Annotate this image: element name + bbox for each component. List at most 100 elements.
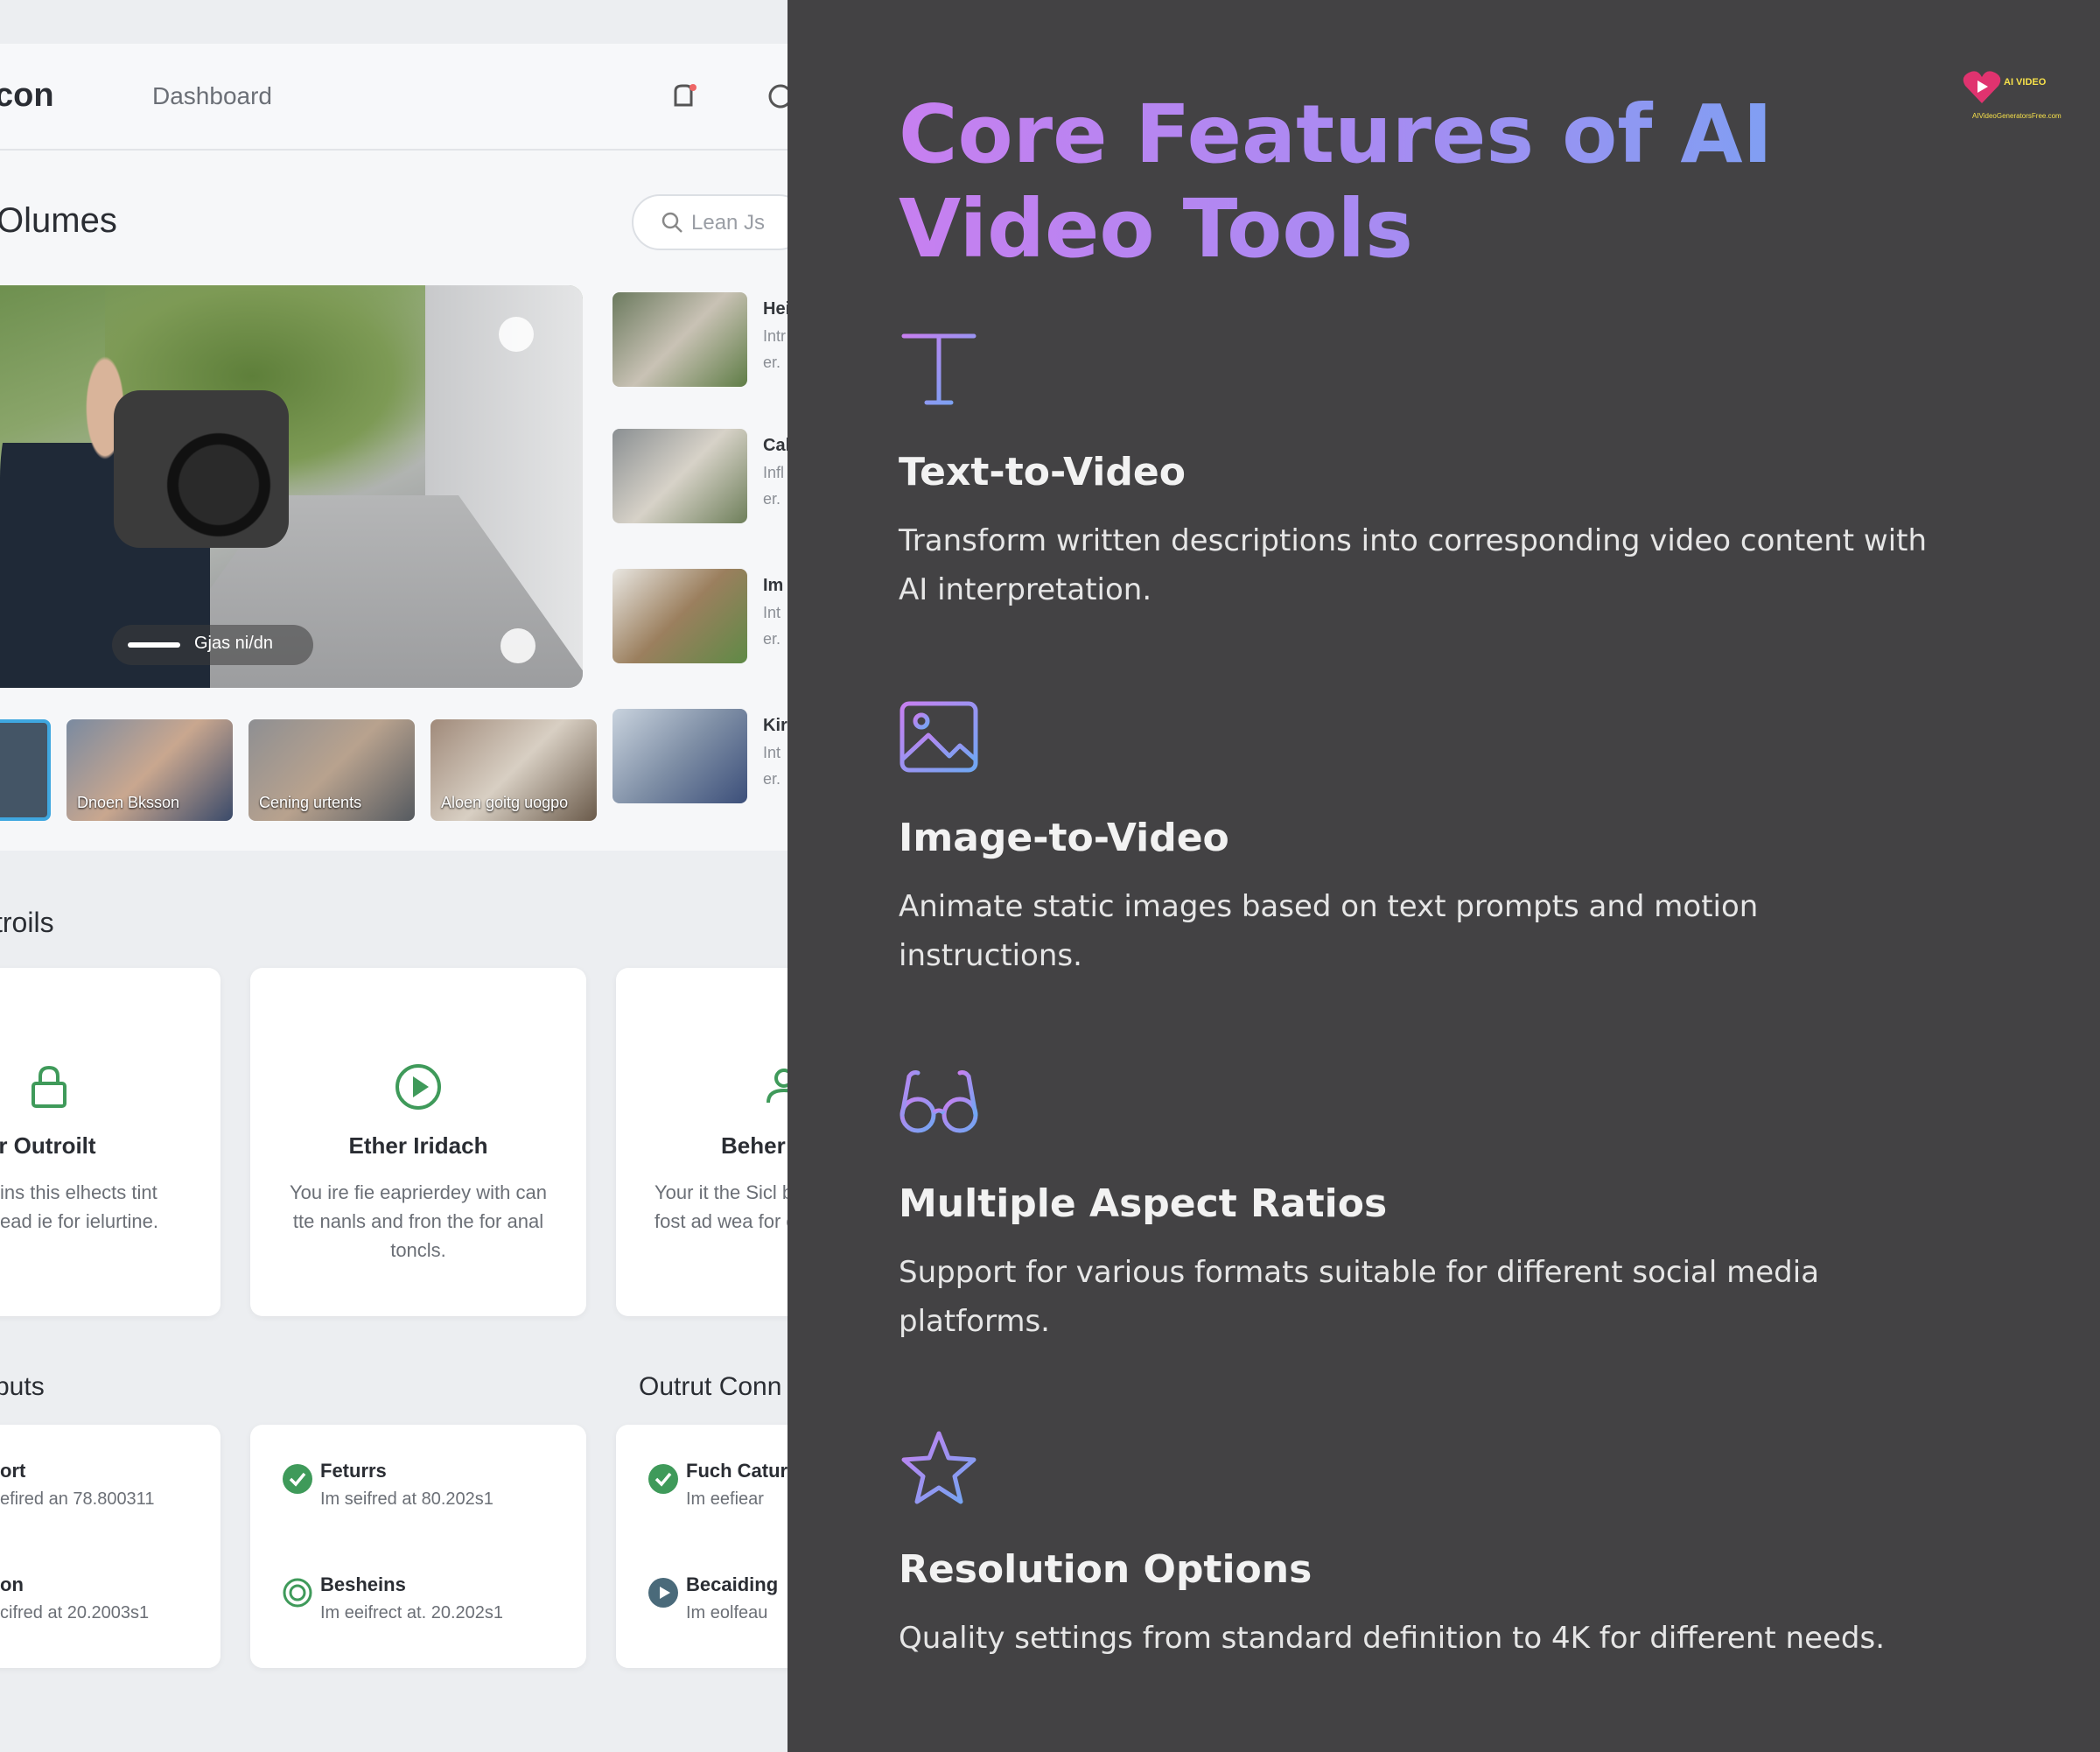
feature-title: Text-to-Video (899, 450, 1186, 494)
section-title-volumes: Olumes (0, 201, 117, 240)
users-icon (766, 1069, 788, 1104)
filmstrip-label: Cening urtents (259, 794, 362, 811)
video-subtitle: Intr (763, 327, 787, 345)
output-row[interactable]: Fuch Catur Im eefiear (648, 1460, 788, 1521)
video-subtitle: Infl (763, 464, 785, 481)
video-title: Kir (763, 716, 788, 735)
section-title-output-connections: Outrut Conn (639, 1372, 782, 1401)
brand-logo-text: con (0, 77, 54, 114)
panel-title: Core Features of AI Video Tools (899, 88, 1949, 277)
feature-desc: Animate static images based on text prom… (899, 889, 1759, 973)
feature-desc: Support for various formats suitable for… (899, 1255, 1820, 1339)
site-logo: AI VIDEO AIVideoGeneratorsFree.com (1951, 65, 2074, 135)
output-card[interactable]: ort efired an 78.800311 on cifred at 20.… (0, 1425, 220, 1668)
video-subtitle: Int (763, 744, 781, 761)
output-card[interactable]: Feturrs Im seifred at 80.202s1 Besheins … (250, 1425, 586, 1668)
video-list-item[interactable]: Cal Infl er. (612, 420, 788, 525)
output-row-meta: Im seifred at 80.202s1 (320, 1489, 494, 1509)
output-row-title: Becaiding (686, 1573, 779, 1595)
expand-icon[interactable] (500, 628, 536, 663)
output-row-title: ort (0, 1460, 26, 1482)
search-icon[interactable] (763, 79, 788, 114)
features-panel: Core Features of AI Video Tools AI VIDEO… (788, 0, 2100, 1752)
video-title: Cal (763, 436, 788, 455)
video-subtitle: Int (763, 604, 781, 621)
target-icon (283, 1578, 312, 1608)
video-meta: er. (763, 354, 781, 371)
filmstrip-item[interactable]: Cening urtents (248, 719, 415, 821)
favorite-icon[interactable] (499, 317, 534, 352)
output-row-title: Feturrs (320, 1460, 387, 1482)
output-row-meta: efired an 78.800311 (0, 1489, 155, 1509)
logo-url: AIVideoGeneratorsFree.com (1972, 112, 2062, 120)
output-card[interactable]: Fuch Catur Im eefiear Becaiding Im eolfe… (616, 1425, 788, 1668)
app-mockup: con Dashboard Olumes Lean Js Gjas ni/dn (0, 0, 788, 1752)
feature-title: Multiple Aspect Ratios (899, 1181, 1388, 1226)
control-card-title: Ether Iridach (348, 1132, 488, 1159)
video-list-item[interactable]: Hei Intr er. (612, 284, 788, 389)
search-icon (662, 212, 682, 233)
star-icon (901, 1431, 976, 1504)
control-card-desc: ins this elhects tint ead ie for ielurti… (0, 1181, 158, 1232)
output-row[interactable]: Besheins Im eeifrect at. 20.202s1 (282, 1573, 579, 1635)
video-thumbnail (612, 429, 747, 523)
output-row[interactable]: Becaiding Im eolfeau (648, 1573, 788, 1635)
video-meta: er. (763, 490, 781, 508)
video-list-item[interactable]: Im Int er. (612, 560, 788, 665)
feature-desc: Transform written descriptions into corr… (899, 523, 1928, 607)
notification-icon[interactable] (667, 79, 702, 114)
top-bar: con Dashboard (0, 44, 788, 151)
hero-video-player[interactable]: Gjas ni/dn (0, 285, 583, 688)
feature-title: Image-to-Video (899, 816, 1229, 860)
video-list-item[interactable]: Kir Int er. (612, 700, 788, 805)
playback-pill[interactable]: Gjas ni/dn (112, 625, 313, 665)
control-card-title: her Outroilt (0, 1132, 96, 1159)
play-circle-icon (396, 1064, 441, 1110)
glasses-icon (900, 1070, 978, 1133)
output-row-title: Besheins (320, 1573, 406, 1595)
check-circle-icon (648, 1464, 678, 1494)
filmstrip-label: Aloen goitg uogpo (441, 794, 569, 811)
control-card[interactable]: Beher Your it the Sicl based li oofuth t… (616, 968, 788, 1316)
image-icon (900, 701, 978, 773)
output-row-title: on (0, 1573, 24, 1595)
search-input[interactable]: Lean Js (632, 194, 788, 250)
control-card-desc: You ire fie eaprierdey with can tte nanl… (290, 1181, 547, 1261)
nav-dashboard[interactable]: Dashboard (152, 82, 272, 110)
text-icon (901, 333, 976, 405)
control-card-title: Beher (721, 1132, 786, 1159)
video-thumbnail (612, 709, 747, 803)
output-row-meta: Im eolfeau (686, 1603, 768, 1622)
filmstrip-item-selected[interactable] (0, 719, 51, 821)
output-row-meta: Im eefiear (686, 1489, 764, 1509)
playback-label: Gjas ni/dn (194, 634, 274, 653)
feature-desc: Quality settings from standard definitio… (899, 1621, 1886, 1656)
video-meta: er. (763, 630, 781, 648)
output-row-meta: Im eeifrect at. 20.202s1 (320, 1603, 504, 1622)
search-placeholder: Lean Js (691, 211, 766, 235)
control-card[interactable]: her Outroilt ins this elhects tint ead i… (0, 968, 220, 1316)
hero-camera (114, 390, 289, 548)
control-card-desc: Your it the Sicl based li oofuth the fos… (654, 1181, 788, 1232)
filmstrip-item[interactable]: Dnoen Bksson (66, 719, 233, 821)
heart-play-icon (1963, 71, 2001, 103)
video-thumbnail (612, 569, 747, 663)
video-thumbnail (612, 292, 747, 387)
feature-title: Resolution Options (899, 1547, 1312, 1592)
video-title: Im (763, 576, 784, 595)
play-circle-icon (648, 1578, 678, 1608)
logo-text: AI VIDEO (2004, 77, 2047, 88)
section-title-outputs: puts (0, 1372, 45, 1401)
check-circle-icon (283, 1464, 312, 1494)
filmstrip-label: Dnoen Bksson (77, 794, 180, 811)
control-card[interactable]: Ether Iridach You ire fie eaprierdey wit… (250, 968, 586, 1316)
output-row-title: Fuch Catur (686, 1460, 788, 1482)
lock-icon (32, 1065, 66, 1108)
output-row[interactable]: Feturrs Im seifred at 80.202s1 (282, 1460, 579, 1521)
section-title-controls: troils (0, 907, 54, 938)
progress-bar (128, 642, 180, 648)
output-row-meta: cifred at 20.2003s1 (0, 1603, 150, 1622)
video-title: Hei (763, 299, 788, 319)
filmstrip-item[interactable]: Aloen goitg uogpo (430, 719, 597, 821)
video-meta: er. (763, 770, 781, 788)
